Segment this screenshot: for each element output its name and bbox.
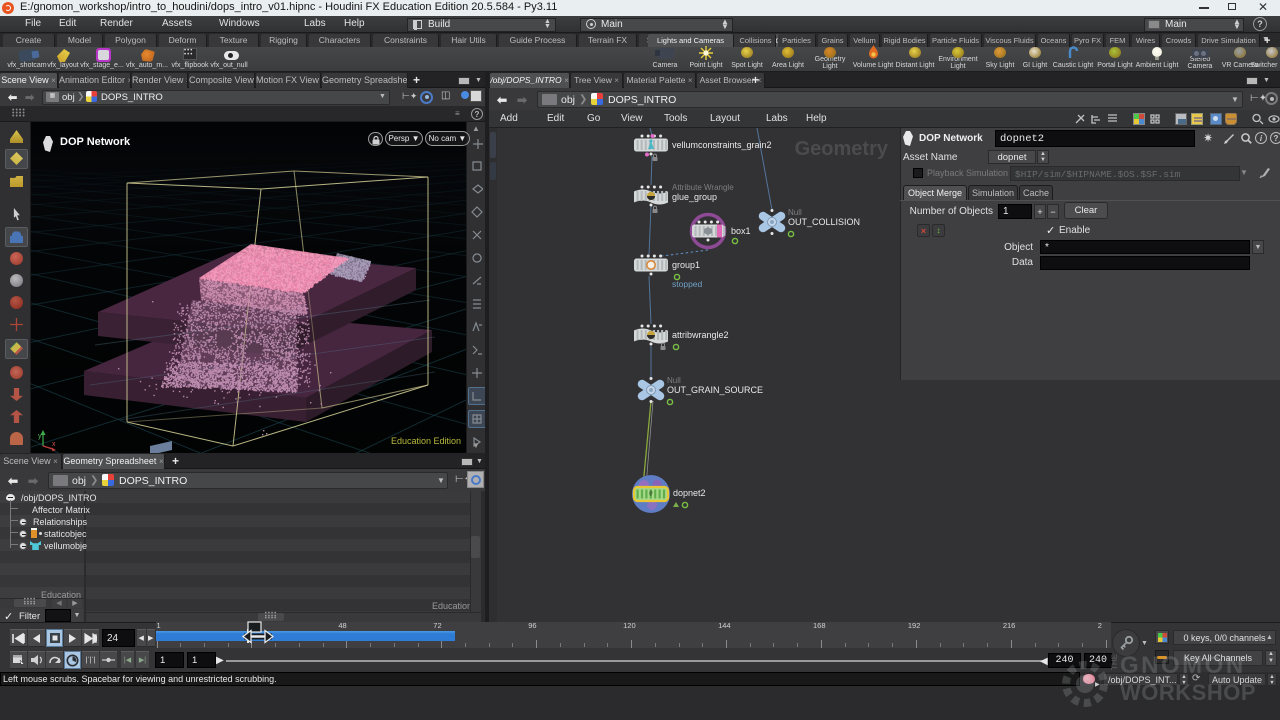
svg-text:Null: Null bbox=[667, 376, 681, 385]
svg-text:GNOMON: GNOMON bbox=[1120, 652, 1246, 679]
svg-text:Education Edition: Education Edition bbox=[391, 436, 461, 446]
svg-text:Null: Null bbox=[788, 208, 802, 217]
svg-text:attribwrangle2: attribwrangle2 bbox=[672, 330, 729, 340]
svg-text:group1: group1 bbox=[672, 260, 700, 270]
svg-text:stopped: stopped bbox=[672, 279, 703, 289]
svg-text:OUT_COLLISION: OUT_COLLISION bbox=[788, 217, 860, 227]
svg-text:y: y bbox=[38, 433, 42, 440]
svg-text:Geometry: Geometry bbox=[795, 138, 889, 160]
svg-text:dopnet2: dopnet2 bbox=[673, 488, 706, 498]
svg-text:Attribute Wrangle: Attribute Wrangle bbox=[672, 183, 734, 192]
svg-text:box1: box1 bbox=[731, 226, 751, 236]
svg-text:WORKSHOP: WORKSHOP bbox=[1120, 680, 1256, 705]
svg-text:glue_group: glue_group bbox=[672, 192, 717, 202]
svg-text:x: x bbox=[52, 441, 56, 448]
svg-text:OUT_GRAIN_SOURCE: OUT_GRAIN_SOURCE bbox=[667, 385, 763, 395]
svg-text:THE: THE bbox=[1110, 653, 1119, 670]
svg-text:vellumconstraints_grain2: vellumconstraints_grain2 bbox=[672, 140, 772, 150]
